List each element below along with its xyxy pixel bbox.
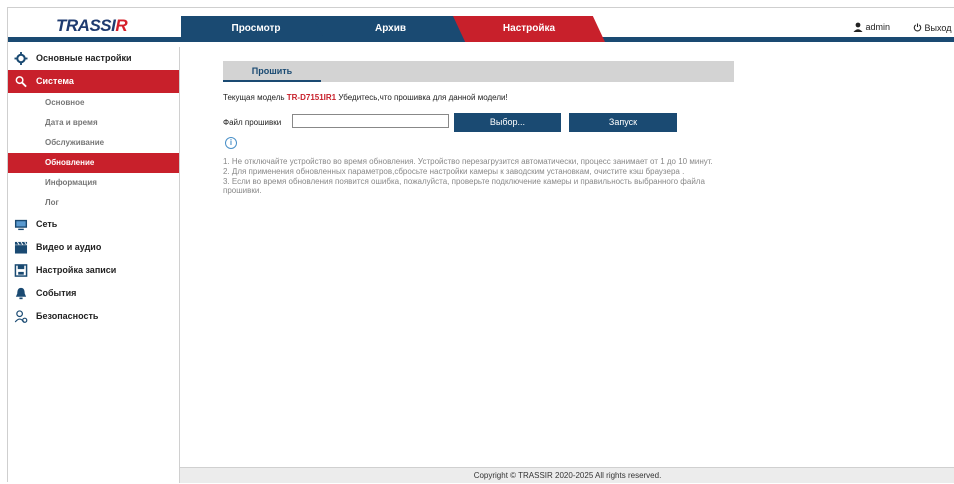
note-item: 3. Если во время обновления появится оши… [223, 177, 705, 195]
sidebar: Основные настройки Система Основное Дата… [8, 47, 180, 483]
note-item: 1. Не отключайте устройство во время обн… [223, 157, 713, 166]
sidebar-subitem-update[interactable]: Обновление [8, 153, 179, 173]
gear-icon [14, 52, 28, 65]
start-update-button[interactable]: Запуск [569, 113, 677, 132]
model-suffix: Убедитесь,что прошивка для данной модели… [338, 93, 508, 102]
note-item: 2. Для применения обновленных параметров… [223, 167, 685, 176]
power-icon [913, 23, 922, 32]
user-name: admin [865, 22, 891, 32]
firmware-file-label: Файл прошивки [223, 118, 282, 127]
system-icon [15, 76, 27, 88]
main-content: Прошить Текущая модель TR-D7151IR1 Убеди… [180, 47, 954, 467]
tab-firmware[interactable]: Прошить [223, 61, 321, 82]
header: TRASSIR Просмотр Архив Настройка admin В… [8, 8, 954, 42]
record-icon [14, 264, 28, 277]
trassir-logo: TRASSIR [56, 16, 128, 35]
sidebar-item-record-settings[interactable]: Настройка записи [8, 259, 179, 282]
firmware-file-field[interactable] [292, 114, 449, 128]
sidebar-subitem-log[interactable]: Лог [8, 193, 179, 213]
logout-label: Выход [924, 23, 952, 33]
info-icon: i [225, 137, 237, 149]
logout-button[interactable]: Выход [913, 23, 951, 33]
video-icon [14, 241, 28, 254]
update-notes: 1. Не отключайте устройство во время обн… [223, 157, 713, 196]
sidebar-subitem-maintenance[interactable]: Обслуживание [8, 133, 179, 153]
sidebar-subitem-information[interactable]: Информация [8, 173, 179, 193]
tab-settings[interactable]: Настройка [453, 16, 605, 42]
current-model-line: Текущая модель TR-D7151IR1 Убедитесь,что… [223, 93, 508, 102]
tab-view[interactable]: Просмотр [181, 16, 331, 42]
model-name: TR-D7151IR1 [286, 93, 337, 102]
subtab-bar: Прошить [223, 61, 734, 82]
user-icon [853, 22, 863, 32]
footer: Copyright © TRASSIR 2020-2025 All rights… [180, 467, 954, 483]
select-file-button[interactable]: Выбор... [454, 113, 561, 132]
tab-archive[interactable]: Архив [313, 16, 468, 42]
events-icon [15, 287, 27, 300]
app-frame: TRASSIR Просмотр Архив Настройка admin В… [7, 7, 954, 483]
sidebar-item-system[interactable]: Система [8, 70, 179, 93]
sidebar-subitem-datetime[interactable]: Дата и время [8, 113, 179, 133]
sidebar-item-security[interactable]: Безопасность [8, 305, 179, 328]
user-menu[interactable]: admin [853, 22, 890, 32]
sidebar-item-events[interactable]: События [8, 282, 179, 305]
sidebar-item-network[interactable]: Сеть [8, 213, 179, 236]
security-icon [14, 310, 28, 323]
network-icon [14, 219, 28, 231]
sidebar-subitem-basic[interactable]: Основное [8, 93, 179, 113]
sidebar-item-basic-settings[interactable]: Основные настройки [8, 47, 179, 70]
sidebar-item-video-audio[interactable]: Видео и аудио [8, 236, 179, 259]
model-prefix: Текущая модель [223, 93, 285, 102]
